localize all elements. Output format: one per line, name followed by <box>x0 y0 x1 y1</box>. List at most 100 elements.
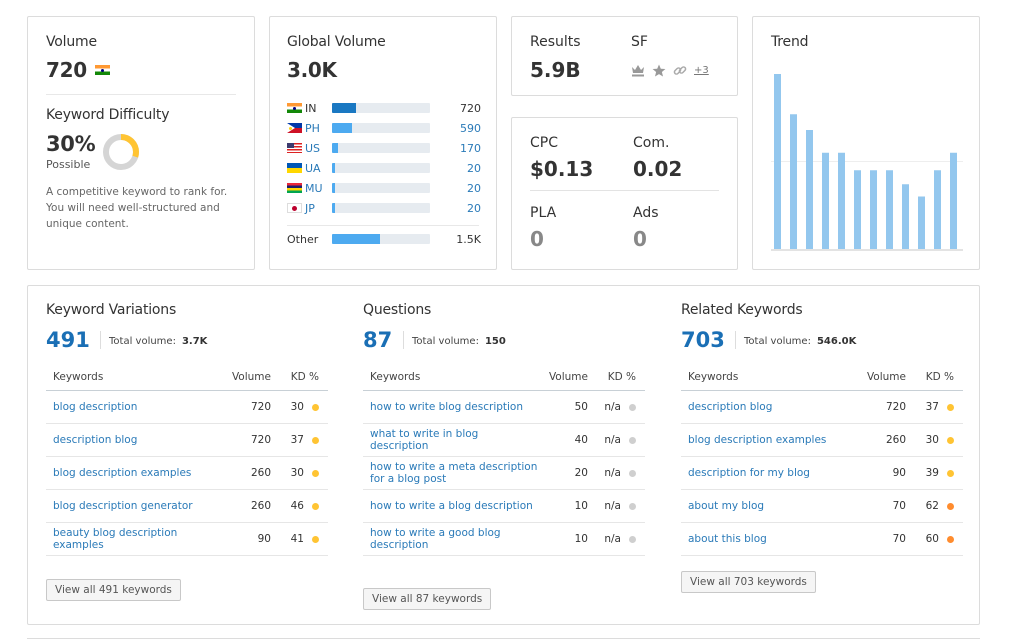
global-volume-row-us[interactable]: US 170 <box>287 141 481 155</box>
section-variations: Keyword Variations 491 Total volume: 3.7K Ke… <box>46 286 328 616</box>
keyword-kd: n/a <box>588 434 638 446</box>
sf-more-link[interactable]: +3 <box>694 65 709 76</box>
view-all-button[interactable]: View all 87 keywords <box>363 588 492 610</box>
country-code[interactable]: JP <box>305 202 332 215</box>
keyword-volume: 720 <box>250 401 271 413</box>
column-header-volume[interactable]: Volume <box>856 371 906 383</box>
trend-bar[interactable] <box>870 170 877 249</box>
country-volume-value[interactable]: 170 <box>460 142 481 155</box>
trend-bar[interactable] <box>838 152 845 249</box>
global-volume-row-jp[interactable]: JP 20 <box>287 201 481 215</box>
keyword-link[interactable]: description blog <box>681 401 856 413</box>
keyword-link[interactable]: blog description generator <box>46 500 221 512</box>
global-volume-row-mu[interactable]: MU 20 <box>287 181 481 195</box>
view-all-button[interactable]: View all 491 keywords <box>46 579 181 601</box>
country-code[interactable]: UA <box>305 162 332 175</box>
trend-bar[interactable] <box>902 184 909 249</box>
section-count-link[interactable]: 491 <box>46 328 90 352</box>
global-volume-title: Global Volume <box>287 34 386 50</box>
keyword-volume: 40 <box>574 434 588 446</box>
keyword-link[interactable]: how to write a blog description <box>363 500 538 512</box>
kd-value: 30 <box>925 434 939 446</box>
country-volume-value[interactable]: 20 <box>467 182 481 195</box>
country-code[interactable]: PH <box>305 122 332 135</box>
keyword-kd: n/a <box>588 500 638 512</box>
cpc-card: CPC $0.13 Com. 0.02 PLA 0 Ads 0 <box>511 117 738 270</box>
country-volume-value[interactable]: 590 <box>460 122 481 135</box>
kd-value: 60 <box>925 533 939 545</box>
country-volume-value[interactable]: 720 <box>460 102 481 115</box>
kd-value: n/a <box>604 533 621 545</box>
ads-label: Ads <box>633 205 659 221</box>
trend-chart <box>771 74 963 251</box>
keyword-kd: 30 <box>906 434 956 446</box>
keyword-link[interactable]: what to write in blog description <box>363 428 538 452</box>
keyword-kd: 46 <box>271 500 321 512</box>
star-icon[interactable] <box>652 64 666 77</box>
kd-level-dot-icon <box>312 436 319 444</box>
section-questions: Questions 87 Total volume: 150 Keywords Volum… <box>363 286 645 616</box>
keyword-link[interactable]: about this blog <box>681 533 856 545</box>
keywords-table: Keywords Volume KD % how to write blog desc… <box>363 364 645 556</box>
kd-level-dot-icon <box>312 403 319 411</box>
column-header-keywords[interactable]: Keywords <box>681 371 856 383</box>
country-code[interactable]: US <box>305 142 332 155</box>
trend-bar[interactable] <box>918 196 925 250</box>
trend-bar[interactable] <box>806 130 813 249</box>
keyword-link[interactable]: beauty blog description examples <box>46 527 221 551</box>
view-all-button[interactable]: View all 703 keywords <box>681 571 816 593</box>
trend-bar[interactable] <box>854 170 861 249</box>
trend-bar[interactable] <box>934 170 941 249</box>
country-volume-bar <box>332 103 430 113</box>
keyword-link[interactable]: description blog <box>46 434 221 446</box>
table-row: description for my blog 90 39 <box>681 457 963 490</box>
column-header-keywords[interactable]: Keywords <box>363 371 538 383</box>
kd-value: n/a <box>604 401 621 413</box>
keyword-ideas-panel: Keyword Variations 491 Total volume: 3.7K Ke… <box>27 285 980 625</box>
column-header-volume[interactable]: Volume <box>538 371 588 383</box>
keyword-link[interactable]: how to write blog description <box>363 401 538 413</box>
trend-bar[interactable] <box>822 152 829 249</box>
country-code[interactable]: IN <box>305 102 332 115</box>
country-volume-bar <box>332 123 430 133</box>
keyword-link[interactable]: how to write a good blog description <box>363 527 538 551</box>
keyword-difficulty-description: A competitive keyword to rank for. You w… <box>46 186 228 230</box>
trend-bar[interactable] <box>886 170 893 249</box>
country-volume-value[interactable]: 20 <box>467 162 481 175</box>
keyword-link[interactable]: how to write a meta description for a bl… <box>363 461 538 485</box>
country-code[interactable]: MU <box>305 182 332 195</box>
trend-bar[interactable] <box>774 74 781 249</box>
total-volume-value: 546.0K <box>816 336 857 347</box>
link-icon[interactable] <box>673 64 687 77</box>
global-volume-row-in[interactable]: IN 720 <box>287 101 481 115</box>
table-row: what to write in blog description 40 n/a <box>363 424 645 457</box>
keywords-table: Keywords Volume KD % blog description 720 30 d… <box>46 364 328 556</box>
table-row: blog description 720 30 <box>46 391 328 424</box>
global-volume-row-ua[interactable]: UA 20 <box>287 161 481 175</box>
trend-bar[interactable] <box>950 152 957 249</box>
serp-features: +3 <box>631 64 709 77</box>
column-header-volume[interactable]: Volume <box>221 371 271 383</box>
keyword-link[interactable]: blog description <box>46 401 221 413</box>
keyword-link[interactable]: blog description examples <box>681 434 856 446</box>
keyword-volume: 720 <box>250 434 271 446</box>
section-count-link[interactable]: 703 <box>681 328 725 352</box>
column-header-kd[interactable]: KD % <box>588 371 638 383</box>
column-header-keywords[interactable]: Keywords <box>46 371 221 383</box>
kd-value: 39 <box>925 467 939 479</box>
column-header-kd[interactable]: KD % <box>906 371 956 383</box>
column-header-kd[interactable]: KD % <box>271 371 321 383</box>
keyword-link[interactable]: description for my blog <box>681 467 856 479</box>
trend-bar[interactable] <box>790 114 797 249</box>
total-volume-label: Total volume: <box>109 336 176 347</box>
kd-value: 62 <box>925 500 939 512</box>
country-volume-value[interactable]: 20 <box>467 202 481 215</box>
keyword-volume: 90 <box>257 533 271 545</box>
pla-label: PLA <box>530 205 557 221</box>
keyword-link[interactable]: about my blog <box>681 500 856 512</box>
keyword-kd: 37 <box>906 401 956 413</box>
crown-icon[interactable] <box>631 64 645 77</box>
global-volume-row-ph[interactable]: PH 590 <box>287 121 481 135</box>
section-count-link[interactable]: 87 <box>363 328 392 352</box>
keyword-link[interactable]: blog description examples <box>46 467 221 479</box>
